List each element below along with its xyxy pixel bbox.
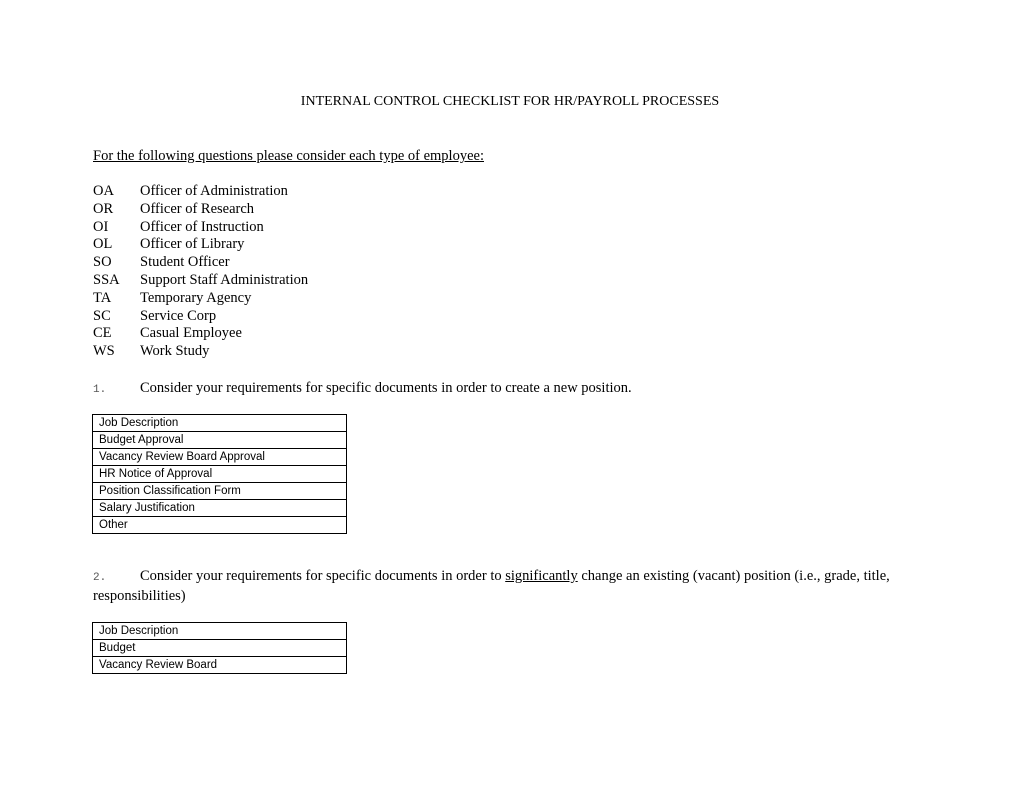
legend-label: Officer of Administration bbox=[140, 183, 288, 199]
table-row: HR Notice of Approval bbox=[92, 465, 347, 483]
question-2-documents-table: Job Description Budget Vacancy Review Bo… bbox=[92, 622, 347, 674]
document-cell: Job Description bbox=[92, 622, 347, 640]
table-row: Budget bbox=[92, 639, 347, 657]
question-text: Consider your requirements for specific … bbox=[140, 380, 632, 396]
legend-label: Service Corp bbox=[140, 307, 217, 324]
question-number: 2. bbox=[93, 572, 107, 584]
legend-row: OL Officer of Library bbox=[93, 236, 308, 254]
table-row: Vacancy Review Board bbox=[92, 656, 347, 674]
legend-row: SSA Support Staff Administration bbox=[93, 272, 308, 290]
document-cell: Vacancy Review Board bbox=[92, 656, 347, 674]
legend-row: WS Work Study bbox=[93, 343, 308, 361]
legend-row: OA Officer of Administration bbox=[93, 183, 308, 201]
document-cell: Salary Justification bbox=[92, 499, 347, 517]
legend-label: Officer of Library bbox=[140, 236, 245, 253]
legend-code: CE bbox=[93, 325, 112, 342]
legend-label: Temporary Agency bbox=[140, 289, 252, 306]
document-cell: Budget Approval bbox=[92, 431, 347, 449]
document-title: INTERNAL CONTROL CHECKLIST FOR HR/PAYROL… bbox=[300, 94, 720, 109]
question-text-before: Consider your requirements for specific … bbox=[140, 568, 506, 584]
legend-label: Student Officer bbox=[140, 254, 230, 271]
question-2: 2. Consider your requirements for specifi… bbox=[93, 567, 953, 605]
legend-row: OI Officer of Instruction bbox=[93, 219, 308, 237]
table-row: Position Classification Form bbox=[92, 482, 347, 500]
legend-label: Work Study bbox=[140, 343, 210, 360]
legend-row: SO Student Officer bbox=[93, 254, 308, 272]
document-cell: Job Description bbox=[92, 414, 347, 432]
table-row: Job Description bbox=[92, 622, 347, 640]
legend-row: SC Service Corp bbox=[93, 308, 308, 326]
legend-code: OA bbox=[93, 183, 114, 199]
legend-code: WS bbox=[93, 343, 115, 360]
table-row: Salary Justification bbox=[92, 499, 347, 517]
legend-row: CE Casual Employee bbox=[93, 325, 308, 343]
legend-code: OL bbox=[93, 236, 113, 253]
document-cell: Budget bbox=[92, 639, 347, 657]
document-cell: Position Classification Form bbox=[92, 482, 347, 500]
document-cell: HR Notice of Approval bbox=[92, 465, 347, 483]
table-row: Budget Approval bbox=[92, 431, 347, 449]
question-1: 1. Consider your requirements for specifi… bbox=[93, 379, 953, 399]
table-row: Other bbox=[92, 516, 347, 534]
legend-label: Support Staff Administration bbox=[140, 271, 309, 288]
table-row: Vacancy Review Board Approval bbox=[92, 448, 347, 466]
legend-code: OI bbox=[93, 218, 109, 235]
employee-type-legend: OA Officer of Administration OR Officer of… bbox=[93, 183, 308, 361]
legend-row: OR Officer of Research bbox=[93, 201, 308, 219]
legend-label: Officer of Research bbox=[140, 200, 255, 217]
legend-label: Casual Employee bbox=[140, 325, 242, 342]
legend-code: TA bbox=[93, 289, 112, 306]
legend-code: SSA bbox=[93, 271, 120, 288]
question-text-emphasis: significantly bbox=[505, 568, 578, 584]
table-row: Job Description bbox=[92, 414, 347, 432]
intro-text: For the following questions please consi… bbox=[93, 148, 484, 164]
legend-label: Officer of Instruction bbox=[140, 218, 264, 235]
legend-code: SC bbox=[93, 307, 111, 324]
document-cell: Vacancy Review Board Approval bbox=[92, 448, 347, 466]
document-cell: Other bbox=[92, 516, 347, 534]
question-number: 1. bbox=[93, 384, 107, 396]
question-1-documents-table: Job Description Budget Approval Vacancy … bbox=[92, 414, 347, 534]
legend-code: SO bbox=[93, 254, 112, 271]
legend-code: OR bbox=[93, 200, 114, 217]
legend-row: TA Temporary Agency bbox=[93, 290, 308, 308]
